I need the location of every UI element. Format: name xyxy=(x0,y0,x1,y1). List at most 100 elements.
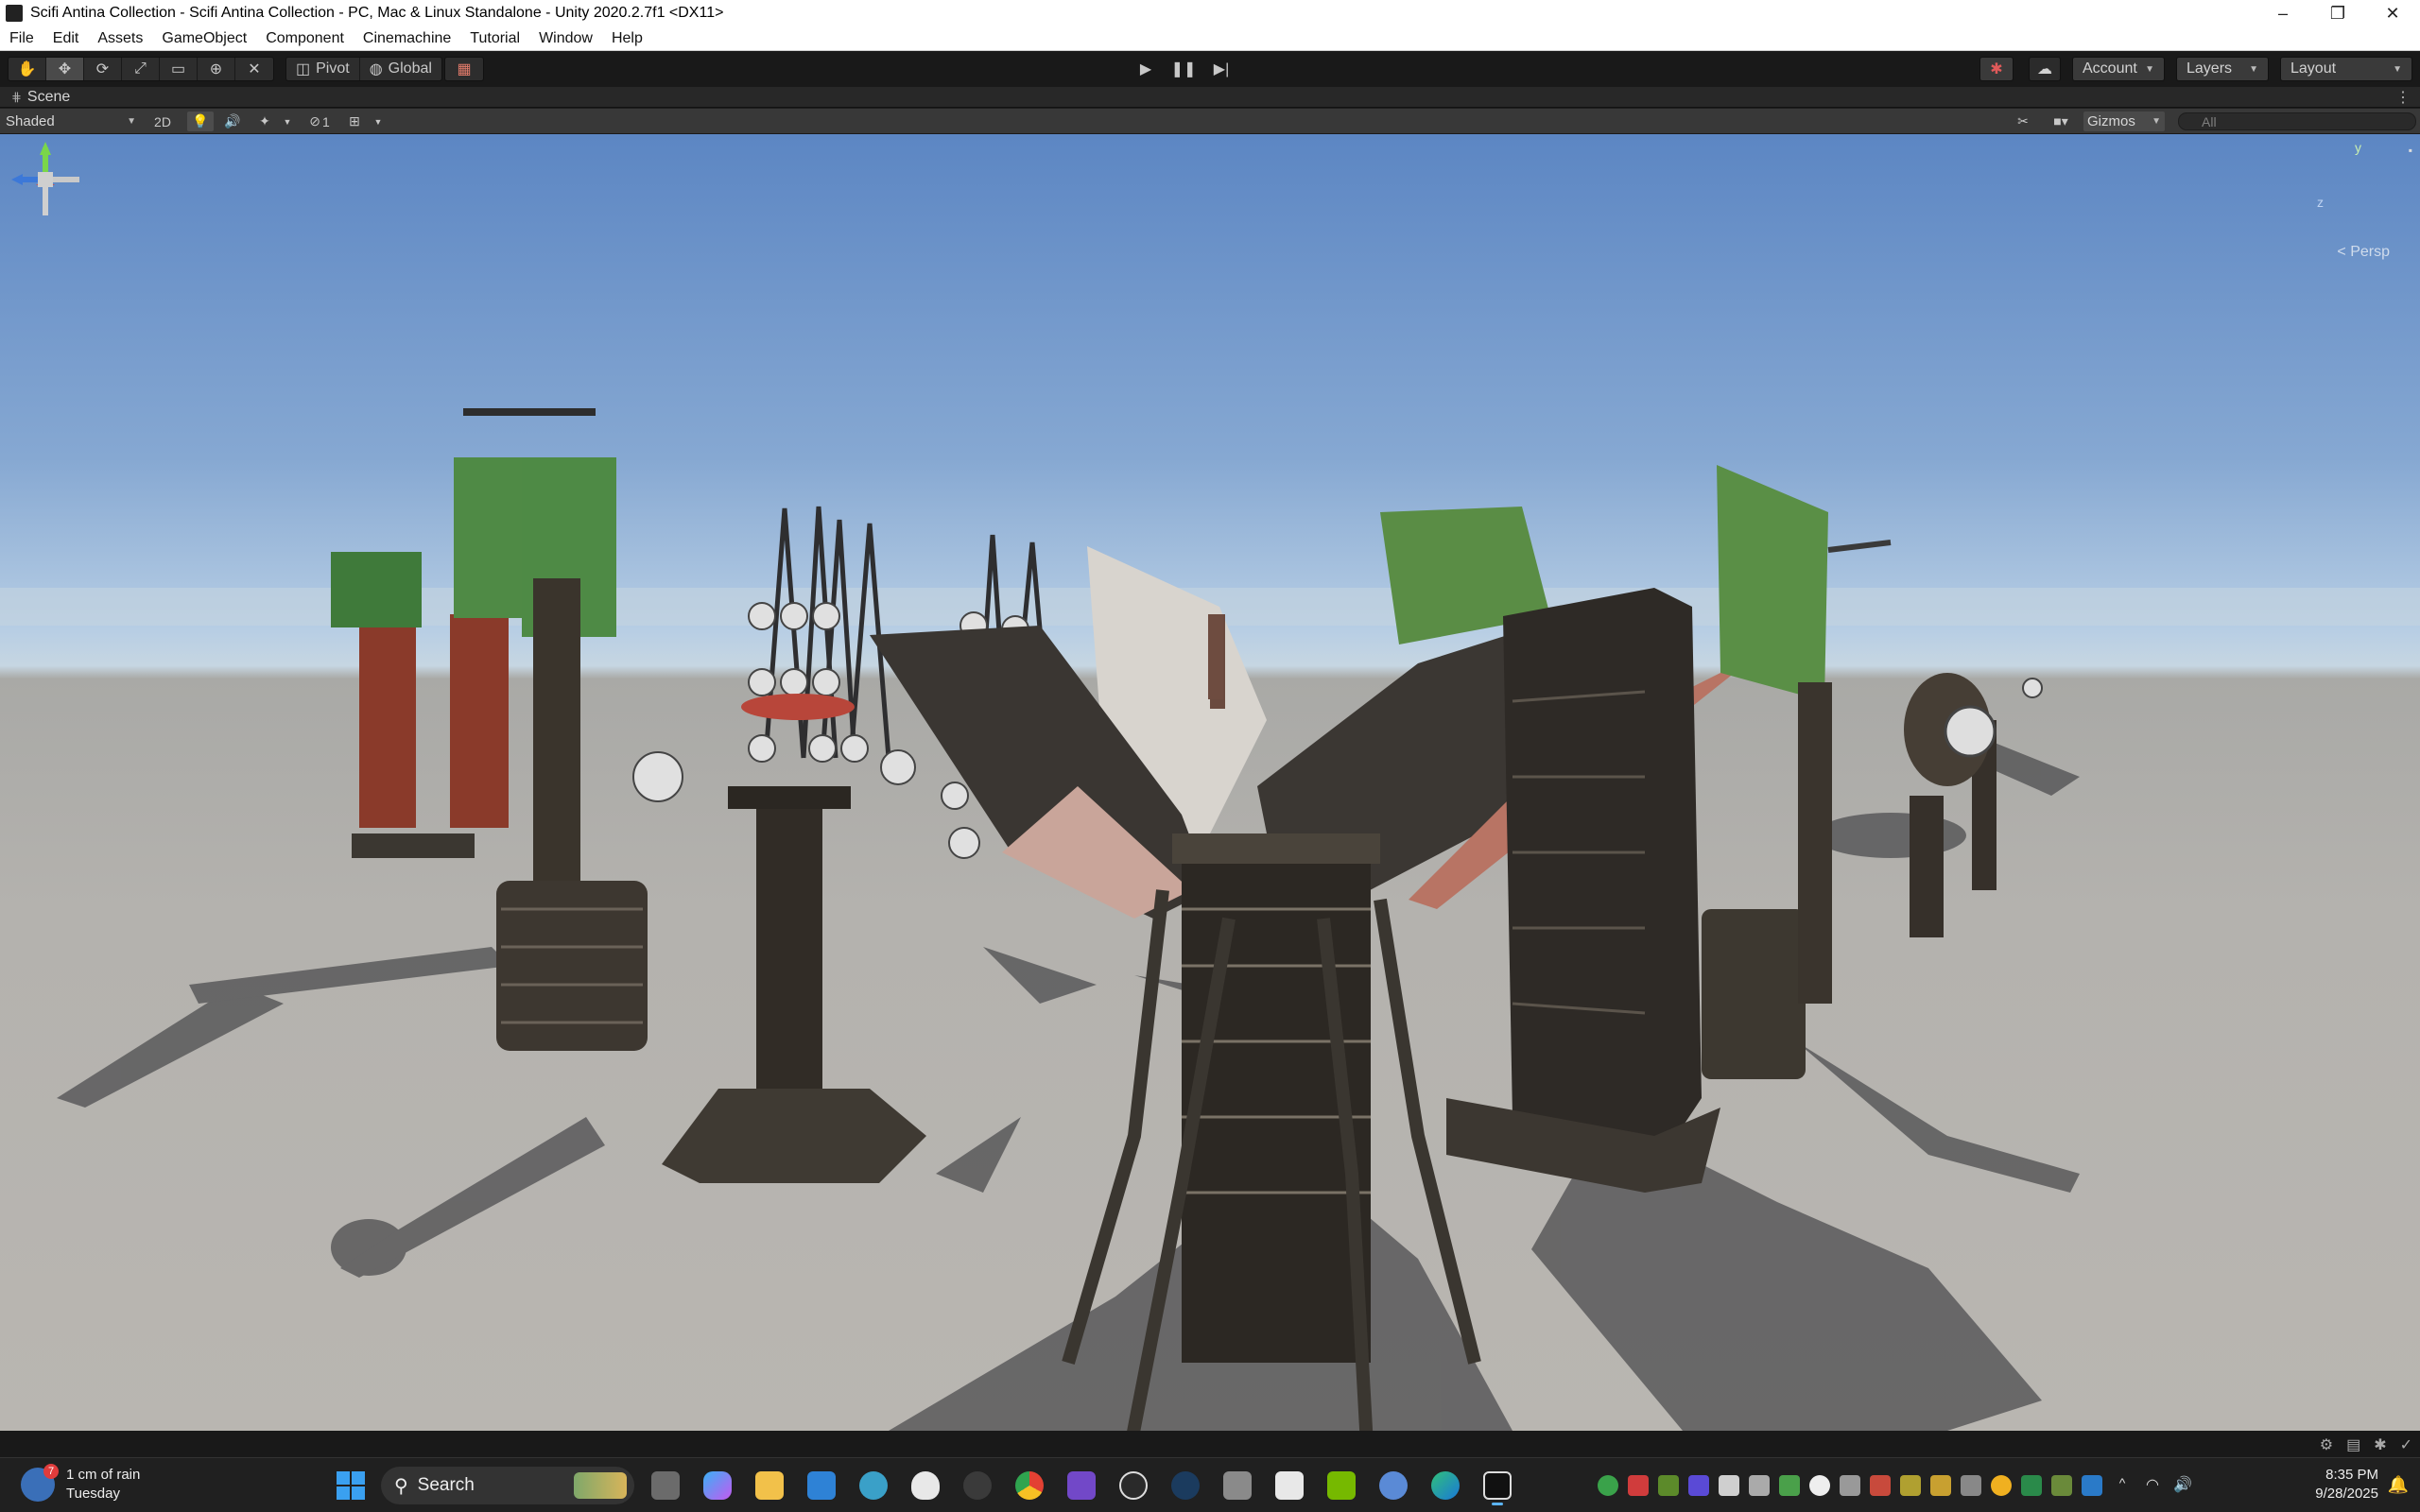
hidden-objects-toggle[interactable]: ⊘ 1 xyxy=(301,112,338,131)
scene-viewport[interactable]: y z < Persp ▪ xyxy=(0,134,2420,1431)
taskbar-clock[interactable]: 8:35 PM 9/28/2025 xyxy=(2315,1466,2378,1503)
tray-monitor-icon[interactable] xyxy=(2051,1475,2072,1496)
menu-component[interactable]: Component xyxy=(266,30,344,47)
play-icon[interactable]: ▶ xyxy=(1127,57,1165,81)
taskbar-search[interactable]: ⚲ Search xyxy=(381,1467,634,1504)
chevron-down-icon[interactable]: ▼ xyxy=(280,112,295,131)
tray-gray-icon[interactable] xyxy=(1961,1475,1981,1496)
alien-app-icon[interactable] xyxy=(905,1466,946,1505)
tray-g-icon[interactable] xyxy=(1809,1475,1830,1496)
tray-defender-icon[interactable] xyxy=(2082,1475,2102,1496)
transform-tool-icon[interactable]: ⊕ xyxy=(198,58,235,80)
scene-orientation-gizmo[interactable] xyxy=(0,134,91,225)
lock-icon[interactable]: ▪ xyxy=(2409,144,2412,157)
effects-icon[interactable]: ✦ xyxy=(251,112,278,131)
tray-cube-icon[interactable] xyxy=(1749,1475,1770,1496)
minimize-button[interactable]: – xyxy=(2256,0,2310,26)
menu-help[interactable]: Help xyxy=(612,30,643,47)
tray-car-icon[interactable] xyxy=(1840,1475,1860,1496)
unity-taskbar-icon[interactable] xyxy=(1477,1466,1518,1505)
camera-icon[interactable]: ■▾ xyxy=(2042,112,2080,131)
collab-icon[interactable]: ✱ xyxy=(1979,57,2014,81)
tray-leaf-icon[interactable] xyxy=(1779,1475,1800,1496)
custom-tool-icon[interactable]: ✕ xyxy=(235,58,273,80)
layers-dropdown[interactable]: Layers ▼ xyxy=(2176,57,2269,81)
close-button[interactable]: ✕ xyxy=(2365,0,2420,26)
global-toggle[interactable]: ◍ Global xyxy=(360,58,441,80)
volume-icon[interactable]: 🔊 xyxy=(2172,1475,2193,1496)
menu-cinemachine[interactable]: Cinemachine xyxy=(363,30,451,47)
account-dropdown[interactable]: Account ▼ xyxy=(2072,57,2165,81)
restore-button[interactable]: ❐ xyxy=(2310,0,2365,26)
chevron-up-icon[interactable]: ^ xyxy=(2112,1475,2133,1496)
tab-scene[interactable]: Scene xyxy=(27,89,70,106)
projection-label[interactable]: < Persp xyxy=(2337,244,2390,261)
file-explorer-icon[interactable] xyxy=(749,1466,790,1505)
audio-icon[interactable]: 🔊 xyxy=(219,112,246,131)
weather-widget[interactable]: 7 1 cm of rain Tuesday xyxy=(21,1464,140,1503)
nvidia-icon[interactable] xyxy=(1321,1466,1362,1505)
pivot-toggle[interactable]: ◫ Pivot xyxy=(286,58,360,80)
chevron-down-icon[interactable]: ▼ xyxy=(371,112,386,131)
globe-app-icon[interactable] xyxy=(853,1466,894,1505)
grid-snap-icon[interactable]: ▦ xyxy=(445,58,483,80)
check-icon[interactable]: ✓ xyxy=(2400,1435,2412,1454)
scale-tool-icon[interactable]: ⤢ xyxy=(122,58,160,80)
wifi-icon[interactable]: ◠ xyxy=(2142,1475,2163,1496)
tray-shield-icon[interactable] xyxy=(2021,1475,2042,1496)
debug-icon[interactable]: ✱ xyxy=(2374,1435,2386,1454)
unity-hub-icon[interactable] xyxy=(1719,1475,1739,1496)
steam-icon[interactable] xyxy=(1165,1466,1206,1505)
snap-group: ▦ xyxy=(444,57,484,81)
menu-tutorial[interactable]: Tutorial xyxy=(470,30,520,47)
security-icon[interactable] xyxy=(1628,1475,1649,1496)
gizmos-dropdown[interactable]: Gizmos ▼ xyxy=(2083,112,2165,131)
rotate-tool-icon[interactable]: ⟳ xyxy=(84,58,122,80)
pause-icon[interactable]: ❚❚ xyxy=(1165,57,1202,81)
move-tool-icon[interactable]: ✥ xyxy=(46,58,84,80)
menu-window[interactable]: Window xyxy=(539,30,593,47)
tray-circle-icon[interactable] xyxy=(1991,1475,2012,1496)
rect-tool-icon[interactable]: ▭ xyxy=(160,58,198,80)
dark-app-icon[interactable] xyxy=(957,1466,998,1505)
tray-blue-icon[interactable] xyxy=(1688,1475,1709,1496)
menu-edit[interactable]: Edit xyxy=(53,30,79,47)
cloud-icon[interactable]: ☁ xyxy=(2029,57,2061,81)
hand-tool-icon[interactable]: ✋ xyxy=(9,58,46,80)
video-app-icon[interactable] xyxy=(1061,1466,1102,1505)
document-app-icon[interactable] xyxy=(1269,1466,1310,1505)
layout-dropdown[interactable]: Layout ▼ xyxy=(2280,57,2412,81)
tray-yellow-icon[interactable] xyxy=(1900,1475,1921,1496)
xbox-icon[interactable] xyxy=(1598,1475,1618,1496)
menu-file[interactable]: File xyxy=(9,30,34,47)
tray-red-icon[interactable] xyxy=(1870,1475,1891,1496)
network-app-icon[interactable] xyxy=(1373,1466,1414,1505)
edge-icon[interactable] xyxy=(1425,1466,1466,1505)
shading-mode-dropdown[interactable]: Shaded ▼ xyxy=(2,112,140,131)
tray-box-icon[interactable] xyxy=(1930,1475,1951,1496)
settings-icon[interactable]: ▤ xyxy=(2346,1435,2360,1454)
tray-green-icon[interactable] xyxy=(1658,1475,1679,1496)
task-view-icon[interactable] xyxy=(645,1466,686,1505)
menu-assets[interactable]: Assets xyxy=(97,30,143,47)
notification-bell-icon[interactable]: 🔔 xyxy=(2388,1475,2409,1495)
grid-icon[interactable]: ⊞ xyxy=(342,112,367,131)
step-icon[interactable]: ▶| xyxy=(1202,57,1240,81)
microphone-app-icon[interactable] xyxy=(1217,1466,1258,1505)
store-icon[interactable] xyxy=(801,1466,842,1505)
chrome-icon[interactable] xyxy=(1009,1466,1050,1505)
hierarchy-search-input[interactable] xyxy=(2178,112,2416,130)
obs-icon[interactable] xyxy=(1113,1466,1154,1505)
tools-icon[interactable]: ✂ xyxy=(2012,112,2034,131)
lighting-icon[interactable]: 💡 xyxy=(187,112,214,131)
toggle-2d-button[interactable]: 2D xyxy=(149,112,176,131)
layout-label: Layout xyxy=(2290,60,2337,77)
chevron-down-icon: ▼ xyxy=(2152,116,2161,127)
copilot-icon[interactable] xyxy=(697,1466,738,1505)
start-button[interactable] xyxy=(331,1466,371,1505)
menu-gameobject[interactable]: GameObject xyxy=(162,30,247,47)
more-options-icon[interactable]: ⋮ xyxy=(2395,88,2411,107)
progress-icon[interactable]: ⚙ xyxy=(2320,1435,2333,1454)
weather-icon: 7 xyxy=(21,1464,59,1502)
chevron-down-icon: ▼ xyxy=(2145,63,2154,75)
